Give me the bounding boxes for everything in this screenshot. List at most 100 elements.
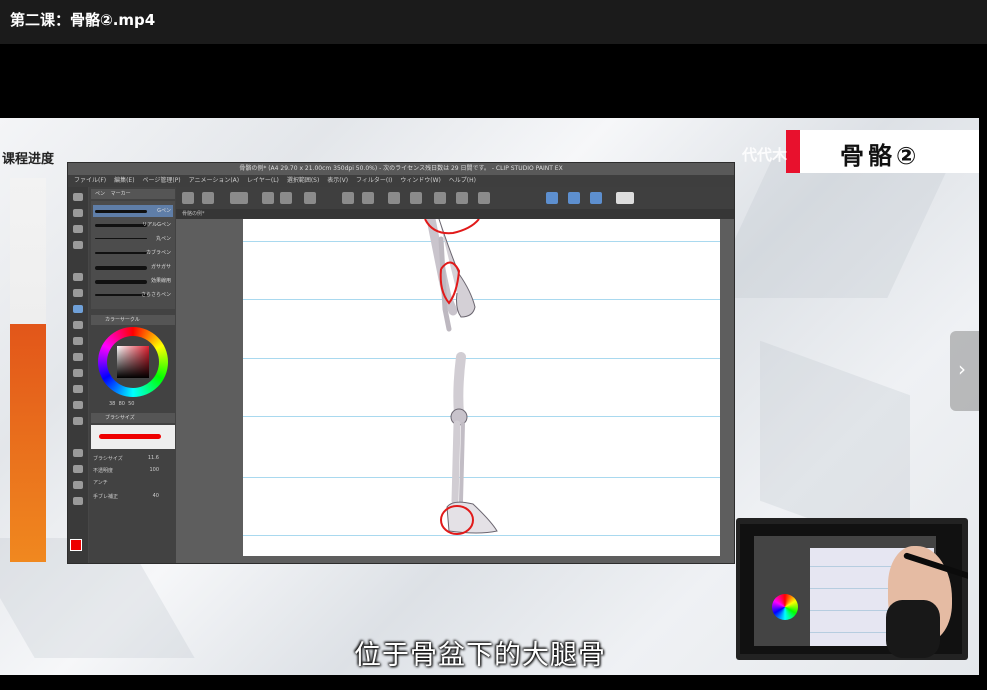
- tab-marker[interactable]: マーカー: [111, 191, 131, 197]
- balloon-tool-icon[interactable]: [73, 481, 83, 489]
- menu-item-layer[interactable]: レイヤー(L): [247, 177, 279, 184]
- subtool-label: 丸ペン: [155, 236, 171, 242]
- new-file-icon[interactable]: [262, 192, 274, 204]
- zoom-tool-icon[interactable]: [73, 193, 83, 201]
- undo-icon[interactable]: [342, 192, 354, 204]
- menu-item-view[interactable]: 表示(V): [327, 177, 348, 184]
- gradient-tool-icon[interactable]: [73, 417, 83, 425]
- color-wheel-header[interactable]: カラーサークル: [91, 315, 175, 325]
- layer-move-icon[interactable]: [73, 241, 83, 249]
- selection-tool-icon[interactable]: [73, 273, 83, 281]
- main-color-swatch[interactable]: [70, 539, 82, 551]
- figure-tool-icon[interactable]: [73, 449, 83, 457]
- menu-item-filter[interactable]: フィルター(I): [356, 177, 392, 184]
- video-subtitle: 位于骨盆下的大腿骨: [354, 640, 606, 671]
- subtool-item[interactable]: ガサガサ: [93, 261, 173, 273]
- airbrush-tool-icon[interactable]: [73, 353, 83, 361]
- menu-item-page[interactable]: ページ管理(P): [142, 177, 180, 184]
- save-icon[interactable]: [304, 192, 316, 204]
- antialiasing-label: アンチ: [93, 480, 108, 486]
- opacity-label: 不透明度: [93, 468, 114, 474]
- subtool-item[interactable]: Gペン: [93, 205, 173, 217]
- tab-pen[interactable]: ペン: [95, 191, 105, 197]
- clip-studio-window: 骨骼の例* (A4 29.70 x 21.00cm 350dpi 50.0%) …: [67, 162, 735, 564]
- stabilization-value[interactable]: 40: [153, 493, 159, 499]
- open-file-icon[interactable]: [280, 192, 292, 204]
- snap-icon[interactable]: [546, 192, 558, 204]
- color-wheel[interactable]: [98, 327, 168, 397]
- fill-tool-icon[interactable]: [73, 401, 83, 409]
- menu-item-window[interactable]: ウィンドウ(W): [400, 177, 441, 184]
- stabilization-label: 手ブレ補正: [93, 494, 119, 500]
- pen-tool-icon[interactable]: [73, 305, 83, 313]
- pencil-tool-icon[interactable]: [73, 321, 83, 329]
- deselect-icon[interactable]: [478, 192, 490, 204]
- left-panel: ペン マーカー Gペン リアルGペン 丸ペン カブラペン ガサガサ 効果線用 さ…: [89, 187, 176, 563]
- menu-item-edit[interactable]: 編集(E): [114, 177, 134, 184]
- brush-size-value[interactable]: 11.6: [148, 455, 159, 461]
- video-title: 第二课：骨骼②.mp4: [10, 11, 156, 29]
- watermark-text: 代代木: [742, 146, 788, 164]
- brush-stroke-preview: [95, 210, 147, 213]
- redo-icon[interactable]: [362, 192, 374, 204]
- menu-item-selection[interactable]: 選択範囲(S): [287, 177, 320, 184]
- brush-stroke-preview: [95, 294, 147, 296]
- brush-preview: [91, 425, 175, 449]
- auto-select-icon[interactable]: [73, 289, 83, 297]
- opacity-value[interactable]: 100: [149, 467, 159, 473]
- help-icon[interactable]: [616, 192, 634, 204]
- subtool-label: 効果線用: [150, 278, 171, 284]
- text-tool-icon[interactable]: [73, 465, 83, 473]
- eye-icon[interactable]: [230, 192, 248, 204]
- lesson-badge-accent: [786, 130, 800, 173]
- clear-icon[interactable]: [456, 192, 468, 204]
- menu-item-animation[interactable]: アニメーション(A): [189, 177, 240, 184]
- subtool-item[interactable]: さらさらペン: [93, 289, 173, 301]
- course-progress-fill: [10, 323, 46, 562]
- toolbox: [68, 187, 88, 563]
- tablet-color-wheel: [772, 594, 798, 620]
- brush-stroke-preview: [95, 224, 147, 227]
- saturation-square[interactable]: [117, 346, 149, 378]
- brush-stroke-preview: [95, 266, 147, 270]
- app-title-bar: 骨骼の例* (A4 29.70 x 21.00cm 350dpi 50.0%) …: [68, 163, 734, 175]
- layout-icon[interactable]: [202, 192, 214, 204]
- subtool-item[interactable]: 効果線用: [93, 275, 173, 287]
- eraser-tool-icon[interactable]: [73, 385, 83, 393]
- brightness-value: 50: [128, 401, 135, 407]
- course-progress-label: 课程进度: [2, 152, 55, 167]
- brush-size-row[interactable]: ブラシサイズ 11.6: [93, 455, 173, 464]
- subtool-tabs: ペン マーカー: [91, 189, 175, 199]
- grid-icon[interactable]: [182, 192, 194, 204]
- menu-item-help[interactable]: ヘルプ(H): [449, 177, 476, 184]
- subtool-label: さらさらペン: [140, 292, 171, 298]
- subtool-item[interactable]: リアルGペン: [93, 219, 173, 231]
- menu-item-file[interactable]: ファイル(F): [74, 177, 106, 184]
- subtool-item[interactable]: 丸ペン: [93, 233, 173, 245]
- correct-line-tool-icon[interactable]: [73, 497, 83, 505]
- color-values-row: 38 80 50: [109, 401, 169, 410]
- next-button[interactable]: ›: [950, 331, 979, 411]
- pen-pressure-icon[interactable]: [590, 192, 602, 204]
- transform-icon[interactable]: [388, 192, 400, 204]
- letterbox-top: [0, 44, 987, 118]
- blend-tool-icon[interactable]: [73, 369, 83, 377]
- brush-size-label: ブラシサイズ: [93, 456, 123, 462]
- subtool-item[interactable]: カブラペン: [93, 247, 173, 259]
- stabilization-row[interactable]: 手ブレ補正 40: [93, 493, 173, 502]
- cut-icon[interactable]: [410, 192, 422, 204]
- operation-tool-icon[interactable]: [73, 225, 83, 233]
- document-tab[interactable]: 骨骼の例*: [176, 209, 734, 219]
- brush-size-header[interactable]: ブラシサイズ: [91, 413, 175, 423]
- canvas-area[interactable]: [176, 219, 734, 563]
- fill-icon[interactable]: [434, 192, 446, 204]
- antialiasing-row[interactable]: アンチ: [93, 479, 173, 488]
- chevron-right-icon: ›: [958, 357, 966, 381]
- saturation-value: 80: [118, 401, 125, 407]
- canvas-paper[interactable]: [243, 219, 720, 556]
- ruler-snap-icon[interactable]: [568, 192, 580, 204]
- brush-tool-icon[interactable]: [73, 337, 83, 345]
- move-tool-icon[interactable]: [73, 209, 83, 217]
- opacity-row[interactable]: 不透明度 100: [93, 467, 173, 476]
- subtool-label: ガサガサ: [150, 264, 171, 270]
